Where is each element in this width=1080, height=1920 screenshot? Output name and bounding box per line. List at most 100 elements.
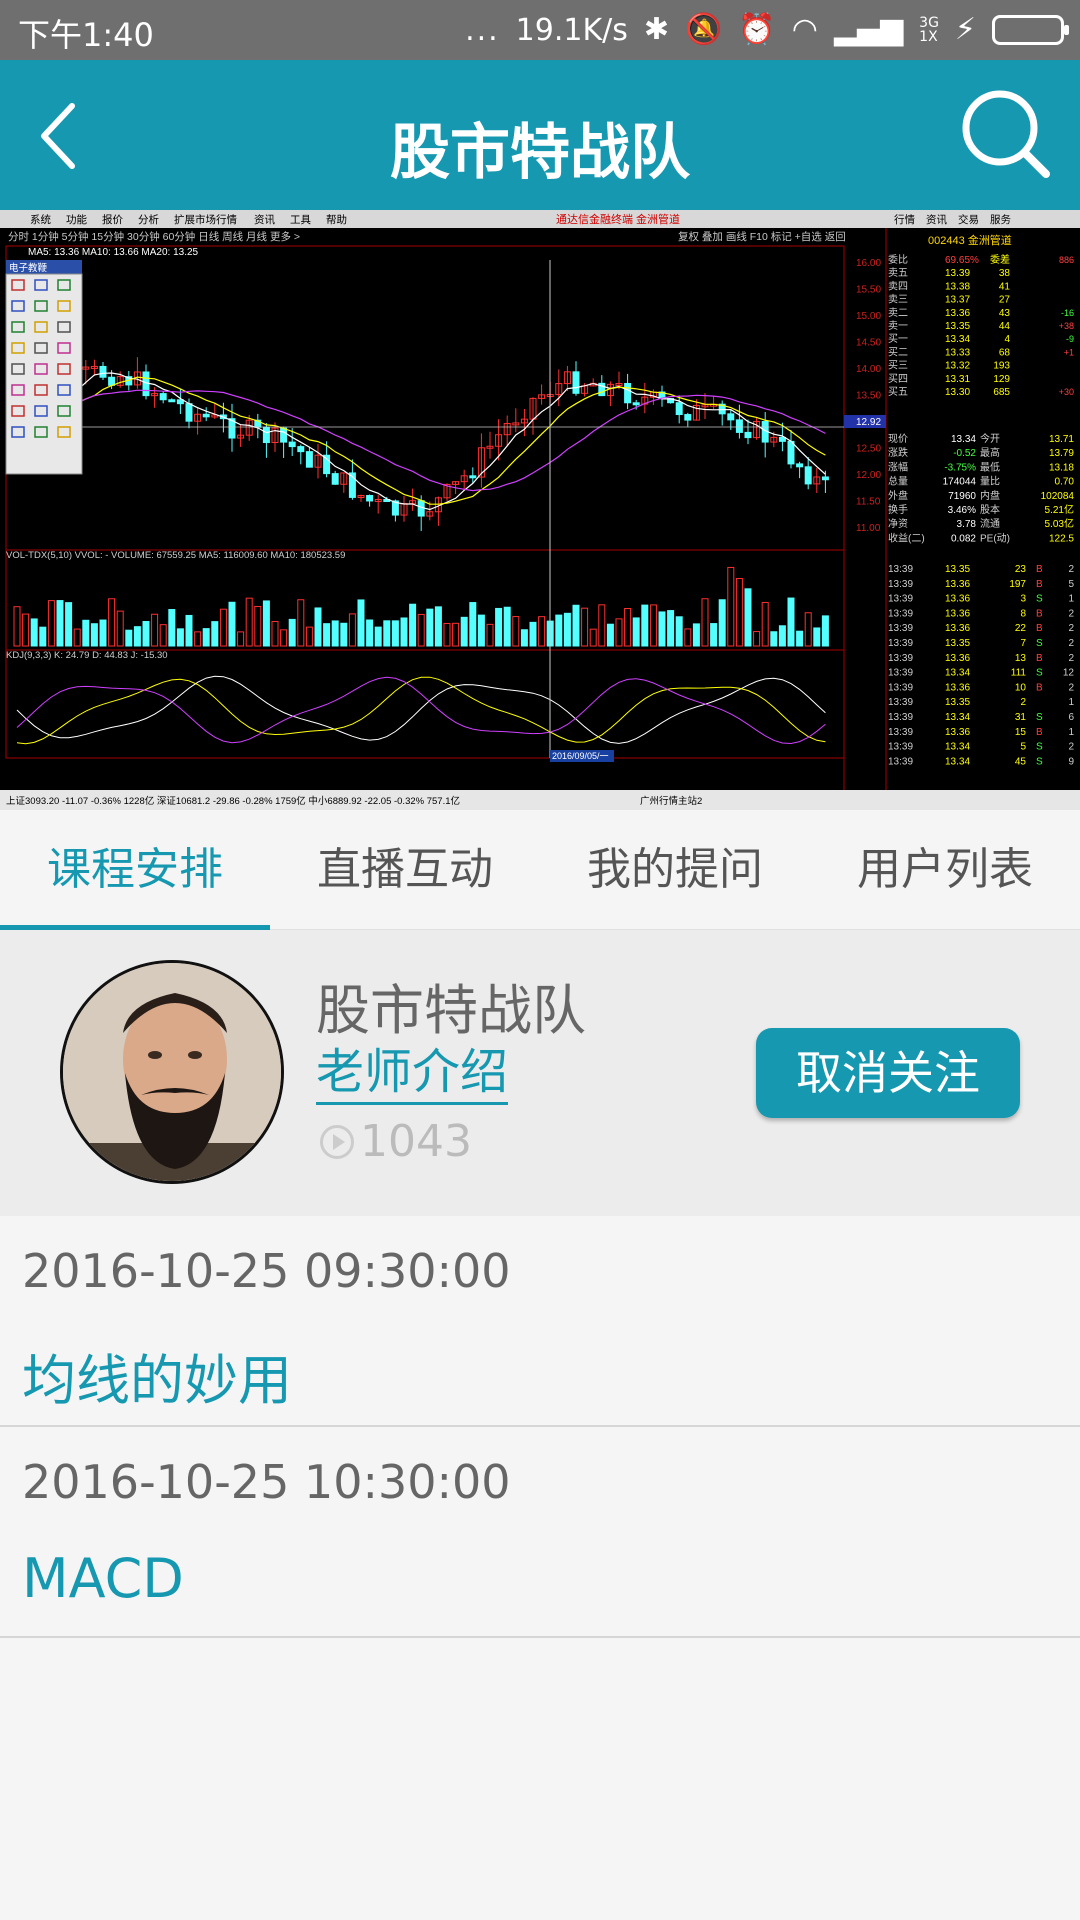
candle-body bbox=[727, 413, 735, 421]
volume-bar bbox=[675, 616, 683, 647]
candle-body bbox=[305, 451, 313, 468]
quote-value: 3.46% bbox=[948, 505, 976, 516]
price-tick: 12.50 bbox=[856, 444, 881, 455]
candle-body bbox=[99, 365, 107, 378]
volume-bar bbox=[323, 623, 331, 647]
tick-count: 1 bbox=[1068, 727, 1074, 738]
tick-count: 12 bbox=[1063, 668, 1075, 679]
volume-bar bbox=[520, 629, 528, 647]
order-book-price: 13.37 bbox=[945, 295, 970, 306]
volume-bar bbox=[65, 602, 73, 647]
tick-price: 13.36 bbox=[945, 727, 970, 738]
candle-body bbox=[168, 399, 176, 403]
app-header: 股市特战队 bbox=[0, 60, 1080, 210]
tick-volume: 7 bbox=[1020, 638, 1026, 649]
candle-body bbox=[297, 446, 305, 453]
volume-bar bbox=[787, 597, 795, 647]
menu-right-item: 行情 bbox=[894, 213, 915, 226]
order-book-label: 卖五 bbox=[888, 267, 908, 279]
tick-price: 13.36 bbox=[945, 594, 970, 605]
network-speed: 19.1K/s bbox=[515, 12, 628, 48]
tick-count: 2 bbox=[1068, 623, 1074, 634]
order-book-label: 卖三 bbox=[888, 294, 908, 306]
volume-bar bbox=[821, 615, 829, 647]
candle-body bbox=[202, 413, 210, 418]
quote-value: 0.70 bbox=[1055, 477, 1075, 488]
candle-body bbox=[572, 371, 580, 394]
tick-volume: 22 bbox=[1015, 623, 1027, 634]
volume-bar bbox=[133, 626, 141, 647]
tick-time: 13:39 bbox=[888, 623, 913, 634]
volume-bar bbox=[563, 612, 571, 647]
order-book-price: 13.35 bbox=[945, 321, 970, 332]
tick-side: B bbox=[1036, 608, 1043, 619]
tick-time: 13:39 bbox=[888, 742, 913, 753]
order-book-price: 13.31 bbox=[945, 374, 970, 385]
tick-price: 13.34 bbox=[945, 742, 970, 753]
candle-body bbox=[778, 436, 786, 442]
tick-volume: 2 bbox=[1020, 697, 1026, 708]
tick-price: 13.36 bbox=[945, 623, 970, 634]
tab-course-schedule[interactable]: 课程安排 bbox=[0, 810, 270, 931]
volume-bar bbox=[90, 623, 98, 647]
tick-count: 1 bbox=[1068, 594, 1074, 605]
teacher-portrait bbox=[63, 963, 281, 1181]
unfollow-button[interactable]: 取消关注 bbox=[756, 1028, 1020, 1118]
list-item[interactable]: 2016-10-25 09:30:00 均线的妙用 bbox=[0, 1216, 1080, 1427]
tab-user-list[interactable]: 用户列表 bbox=[810, 810, 1080, 930]
volume-bar bbox=[56, 600, 64, 647]
quote-value: 122.5 bbox=[1049, 533, 1074, 544]
volume-bar bbox=[168, 609, 176, 647]
menu-item: 扩展市场行情 bbox=[174, 213, 237, 226]
volume-bar bbox=[572, 604, 580, 647]
page-title: 股市特战队 bbox=[390, 118, 690, 188]
list-item[interactable]: 2016-10-25 10:30:00 MACD bbox=[0, 1427, 1080, 1638]
tick-count: 9 bbox=[1068, 756, 1074, 767]
order-book-label: 买二 bbox=[888, 346, 908, 358]
bluetooth-icon: ✱ bbox=[643, 12, 670, 47]
order-book-price: 13.39 bbox=[945, 268, 970, 279]
tick-side: B bbox=[1036, 579, 1043, 590]
volume-bar bbox=[357, 599, 365, 647]
software-title: 通达信金融终端 金洲管道 bbox=[556, 212, 680, 226]
candle-body bbox=[159, 393, 167, 401]
quote-value: 71960 bbox=[948, 491, 976, 502]
tick-side: B bbox=[1036, 653, 1043, 664]
order-book-price: 69.65% bbox=[945, 255, 979, 266]
live-video-player[interactable]: 系统 功能 报价 分析 扩展市场行情 资讯 工具 帮助 通达信金融终端 金洲管道 行情 资讯 交易… bbox=[0, 210, 1080, 810]
tick-side: S bbox=[1036, 756, 1043, 767]
quote-label: 现价 bbox=[888, 433, 908, 445]
chart-tools-bar: 复权 叠加 画线 F10 标记 +自选 返回 bbox=[678, 230, 846, 243]
order-book-price: 13.30 bbox=[945, 387, 970, 398]
quote-label: 股本 bbox=[980, 503, 1000, 516]
menu-right-item: 资讯 bbox=[926, 213, 947, 226]
tick-count: 6 bbox=[1068, 712, 1074, 723]
volume-bar bbox=[770, 631, 778, 647]
menu-item: 工具 bbox=[290, 214, 311, 226]
volume-bar bbox=[641, 604, 649, 647]
menu-item: 系统 bbox=[30, 213, 51, 226]
tick-time: 13:39 bbox=[888, 712, 913, 723]
teacher-intro-link[interactable]: 老师介绍 bbox=[316, 1042, 509, 1105]
tick-price: 13.35 bbox=[945, 697, 970, 708]
order-book-label: 委比 bbox=[888, 253, 908, 266]
menu-item: 分析 bbox=[138, 213, 159, 226]
tick-count: 2 bbox=[1068, 682, 1074, 693]
candle-body bbox=[787, 440, 795, 465]
tick-price: 13.36 bbox=[945, 653, 970, 664]
alarm-icon: ⏰ bbox=[738, 12, 776, 47]
volume-bar bbox=[667, 610, 675, 647]
tab-live-interaction[interactable]: 直播互动 bbox=[270, 810, 540, 930]
tick-count: 2 bbox=[1068, 653, 1074, 664]
search-button[interactable] bbox=[956, 84, 1056, 184]
tick-time: 13:39 bbox=[888, 668, 913, 679]
menu-item: 报价 bbox=[102, 213, 123, 226]
quote-label: 外盘 bbox=[888, 489, 908, 502]
tab-my-questions[interactable]: 我的提问 bbox=[540, 810, 810, 930]
volume-bar bbox=[30, 618, 38, 647]
volume-bar bbox=[366, 619, 374, 647]
quote-label: 总量 bbox=[888, 475, 908, 488]
price-tick: 16.00 bbox=[856, 258, 881, 269]
order-book-label: 卖一 bbox=[888, 320, 908, 332]
candle-body bbox=[185, 403, 193, 422]
